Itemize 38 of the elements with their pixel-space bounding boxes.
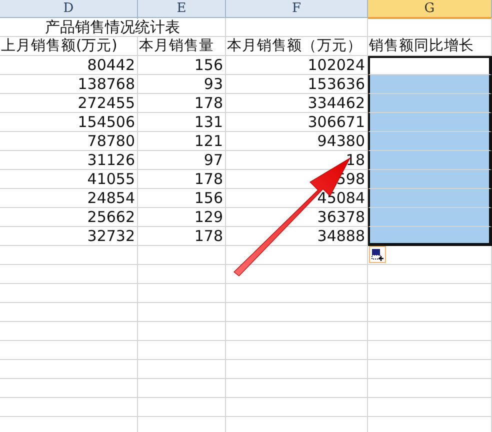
selected-cell[interactable] xyxy=(368,132,492,151)
table-cell: 97 xyxy=(138,151,226,170)
selected-cell[interactable] xyxy=(368,75,492,94)
table-cell: 41055 xyxy=(0,170,138,189)
column-header[interactable]: G xyxy=(368,0,492,19)
table-title: 产品销售情况统计表 xyxy=(0,18,226,37)
table-cell: 32732 xyxy=(0,227,138,246)
selected-cell[interactable] xyxy=(368,56,492,75)
table-cell: 272455 xyxy=(0,94,138,113)
selected-cell[interactable] xyxy=(368,170,492,189)
header-cell: 上月销售额(万元) xyxy=(0,37,138,56)
table-cell: 138768 xyxy=(0,75,138,94)
selected-cell[interactable] xyxy=(368,227,492,246)
table-cell: 80442 xyxy=(0,56,138,75)
table-cell: 178 xyxy=(138,170,226,189)
table-cell: 93 xyxy=(138,75,226,94)
table-cell: 31126 xyxy=(0,151,138,170)
selected-cell[interactable] xyxy=(368,151,492,170)
selected-cell[interactable] xyxy=(368,189,492,208)
table-cell: 24854 xyxy=(0,189,138,208)
column-header[interactable]: D xyxy=(0,0,138,19)
selected-cell[interactable] xyxy=(368,94,492,113)
table-cell: 156 xyxy=(138,56,226,75)
header-cell: 本月销售量 xyxy=(138,37,226,56)
table-cell: 25662 xyxy=(0,208,138,227)
paste-options-icon[interactable] xyxy=(369,246,386,263)
selected-cell[interactable] xyxy=(368,113,492,132)
header-cell: 本月销售额（万元） xyxy=(226,37,368,56)
table-cell: 154506 xyxy=(0,113,138,132)
table-cell: 121 xyxy=(138,132,226,151)
selected-cell[interactable] xyxy=(368,208,492,227)
table-cell: 78780 xyxy=(0,132,138,151)
table-cell: 129 xyxy=(138,208,226,227)
table-cell: 178 xyxy=(138,227,226,246)
table-cell: 131 xyxy=(138,113,226,132)
table-cell: 178 xyxy=(138,94,226,113)
column-header[interactable]: E xyxy=(138,0,226,19)
table-cell: 156 xyxy=(138,189,226,208)
